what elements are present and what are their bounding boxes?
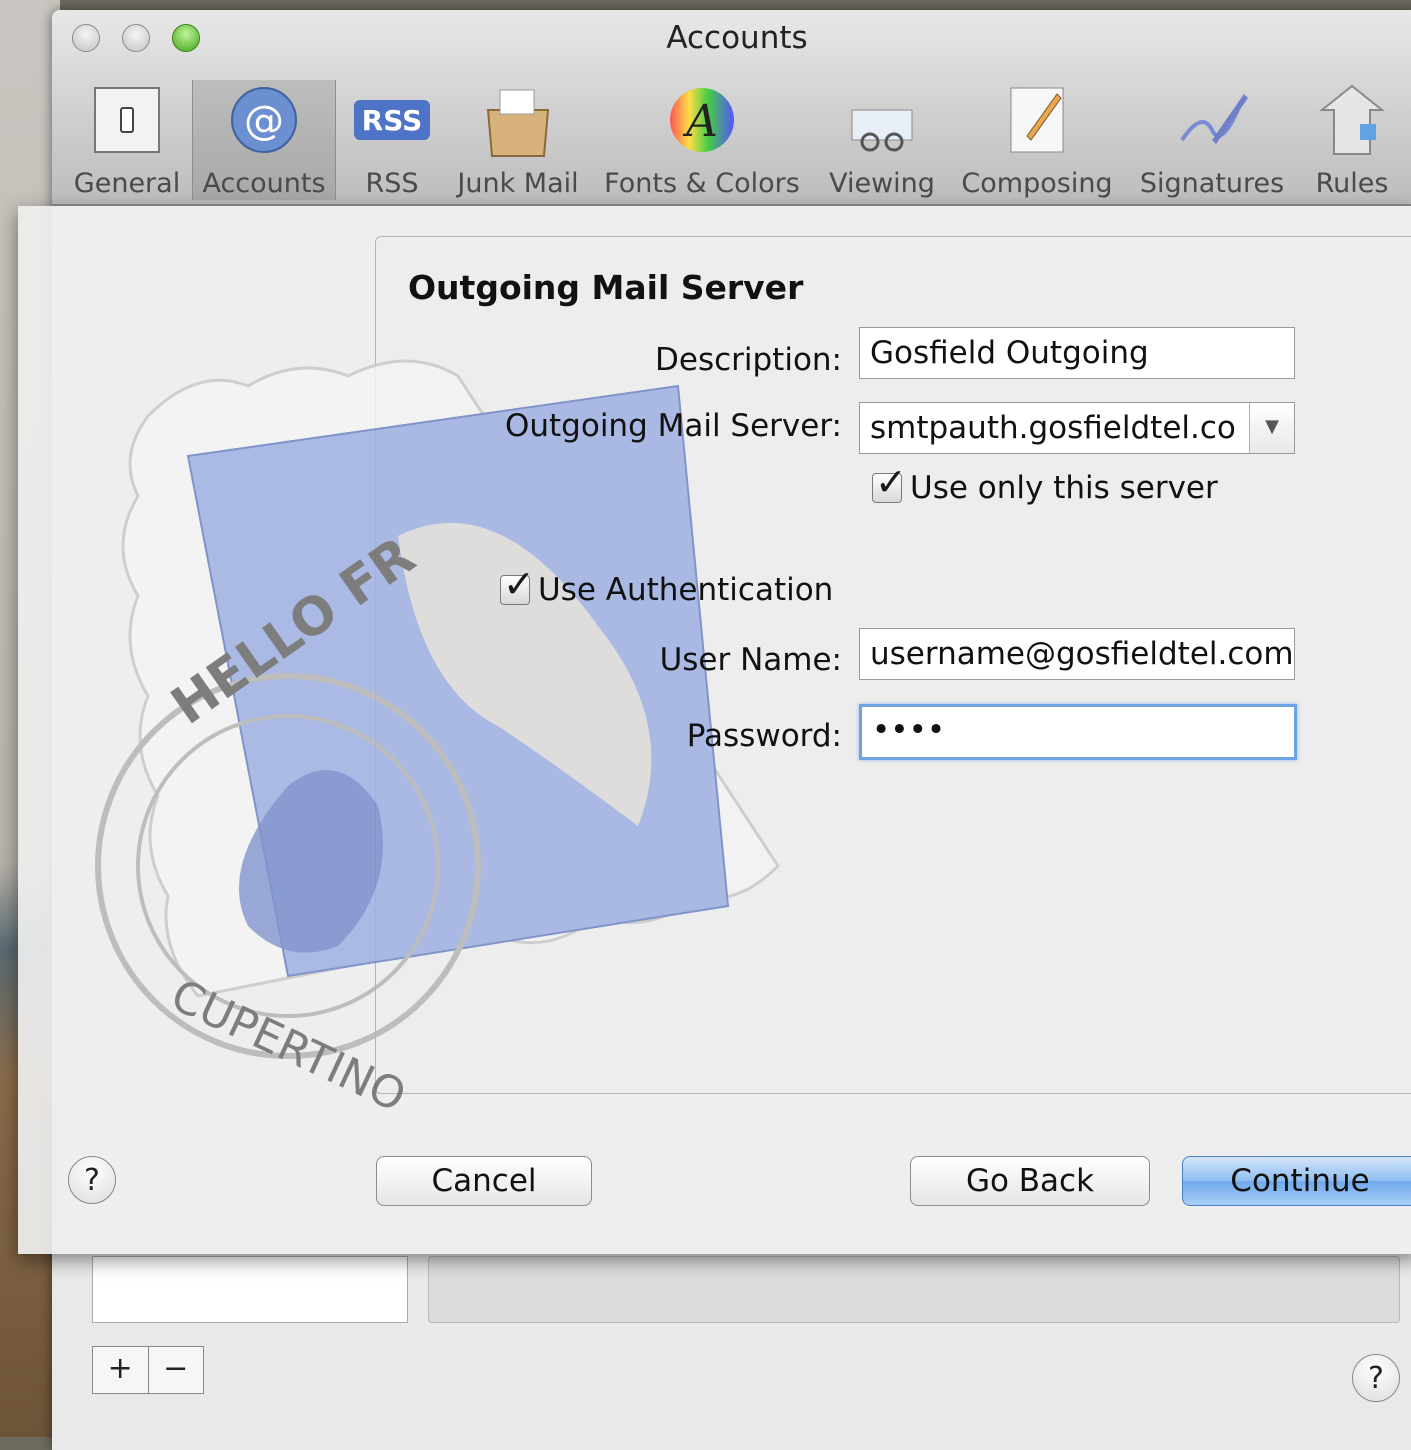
use-only-server-row[interactable]: ✓ Use only this server: [872, 460, 1218, 506]
svg-text:@: @: [244, 98, 284, 144]
use-authentication-label: Use Authentication: [538, 572, 834, 608]
checkmark-icon: ✓: [503, 562, 535, 606]
general-switch-icon: [87, 80, 167, 160]
user-name-label: User Name:: [659, 642, 842, 678]
account-details-box: [428, 1256, 1400, 1323]
go-back-button[interactable]: Go Back: [910, 1156, 1150, 1206]
composing-icon: [997, 80, 1077, 160]
add-remove-buttons: + −: [92, 1346, 204, 1394]
svg-text:CUPERTINO: CUPERTINO: [163, 970, 413, 1123]
use-authentication-row[interactable]: ✓ Use Authentication: [500, 562, 834, 608]
description-field[interactable]: Gosfield Outgoing: [859, 327, 1295, 379]
toolbar-rules[interactable]: Rules: [1302, 80, 1402, 200]
window-title: Accounts: [666, 20, 808, 56]
outgoing-server-label: Outgoing Mail Server:: [504, 408, 842, 444]
outgoing-server-value: smtpauth.gosfieldtel.co: [870, 410, 1236, 446]
signatures-icon: [1172, 80, 1252, 160]
user-name-field[interactable]: username@gosfieldtel.com: [859, 628, 1295, 680]
toolbar-fonts-colors[interactable]: A Fonts & Colors: [602, 80, 802, 200]
rss-icon: RSS: [352, 80, 432, 160]
toolbar-accounts[interactable]: @ Accounts: [192, 80, 336, 200]
preferences-help-button[interactable]: ?: [1352, 1354, 1400, 1402]
add-account-button[interactable]: +: [93, 1347, 149, 1393]
svg-text:RSS: RSS: [362, 104, 423, 137]
toolbar-viewing[interactable]: Viewing: [822, 80, 942, 200]
dropdown-arrow-icon[interactable]: ▼: [1249, 403, 1294, 453]
description-label: Description:: [655, 342, 842, 378]
remove-account-button[interactable]: −: [149, 1347, 204, 1393]
continue-button[interactable]: Continue: [1182, 1156, 1411, 1206]
toolbar-rss[interactable]: RSS RSS: [342, 80, 442, 200]
rules-icon: [1312, 80, 1392, 160]
toolbar-general[interactable]: General: [72, 80, 182, 200]
password-field[interactable]: ••••: [859, 704, 1297, 760]
toolbar-composing[interactable]: Composing: [957, 80, 1117, 200]
use-authentication-checkbox[interactable]: ✓: [500, 562, 535, 606]
cancel-button[interactable]: Cancel: [376, 1156, 592, 1206]
sheet-title: Outgoing Mail Server: [408, 268, 804, 307]
junk-mail-icon: [478, 80, 558, 160]
use-only-server-checkbox[interactable]: ✓: [872, 460, 907, 504]
password-label: Password:: [686, 718, 842, 754]
outgoing-server-combobox[interactable]: smtpauth.gosfieldtel.co ▼: [859, 402, 1295, 454]
accounts-list: [92, 1256, 408, 1323]
title-bar: Accounts General @ Accounts RSS RSS Junk…: [52, 10, 1411, 206]
sheet-help-button[interactable]: ?: [68, 1156, 116, 1204]
toolbar-signatures[interactable]: Signatures: [1132, 80, 1292, 200]
toolbar-junk-mail[interactable]: Junk Mail: [452, 80, 584, 200]
svg-text:A: A: [682, 96, 718, 147]
outgoing-server-sheet: HELLO FR CUPERTINO Outgoing Mail Server …: [18, 206, 1411, 1254]
at-sign-icon: @: [224, 80, 304, 160]
use-only-server-label: Use only this server: [910, 470, 1218, 506]
checkmark-icon: ✓: [875, 460, 907, 504]
fonts-colors-icon: A: [662, 80, 742, 160]
viewing-icon: [842, 80, 922, 160]
